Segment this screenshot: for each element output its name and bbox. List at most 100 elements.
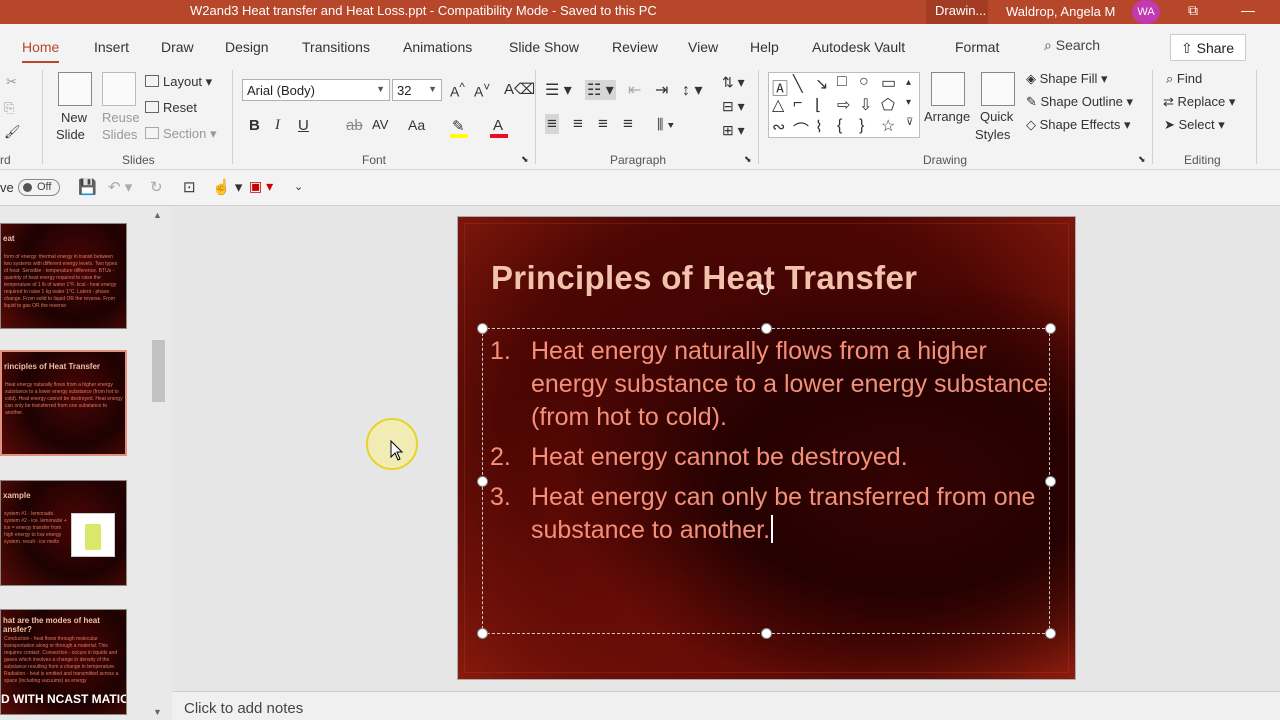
- drawing-tools-tab[interactable]: Drawin...: [926, 0, 988, 24]
- oval-shape-icon[interactable]: ○: [859, 73, 869, 91]
- tab-transitions[interactable]: Transitions: [302, 39, 370, 55]
- smartart-icon[interactable]: ⊞ ▾: [722, 122, 745, 139]
- align-right-icon[interactable]: ≡: [598, 114, 608, 134]
- shape-fill-button[interactable]: ◈ Shape Fill ▾: [1026, 71, 1108, 87]
- save-icon[interactable]: 💾: [78, 178, 97, 196]
- character-spacing-button[interactable]: AV: [372, 117, 388, 132]
- justify-icon[interactable]: ≡: [623, 114, 633, 134]
- elbow-connector-icon[interactable]: ⌊: [815, 95, 821, 115]
- resize-handle[interactable]: [1045, 628, 1056, 639]
- autosave-toggle[interactable]: Off: [18, 179, 60, 196]
- quick-styles-label[interactable]: Quick: [980, 109, 1013, 124]
- resize-handle[interactable]: [477, 323, 488, 334]
- arc-shape-icon[interactable]: ⌒: [793, 117, 809, 141]
- resize-handle[interactable]: [1045, 323, 1056, 334]
- slide-title[interactable]: Principles of Heat Transfer: [491, 259, 917, 297]
- cut-icon[interactable]: ✂: [6, 74, 17, 90]
- rotate-handle-icon[interactable]: ↻: [757, 282, 775, 300]
- dialog-launcher-icon[interactable]: ⬊: [744, 154, 752, 165]
- resize-handle[interactable]: [761, 628, 772, 639]
- tab-home[interactable]: Home: [22, 39, 60, 63]
- tab-view[interactable]: View: [688, 39, 718, 55]
- tab-design[interactable]: Design: [225, 39, 269, 55]
- touch-mode-icon[interactable]: ☝ ▾: [212, 178, 242, 196]
- bullets-icon[interactable]: ☰ ▾: [545, 80, 572, 100]
- bold-button[interactable]: B: [249, 117, 260, 134]
- star-shape-icon[interactable]: ☆: [881, 116, 895, 136]
- reuse-slides-label[interactable]: Reuse: [102, 110, 140, 125]
- resize-handle[interactable]: [477, 476, 488, 487]
- font-size-field[interactable]: 32 ▼: [392, 79, 442, 101]
- ribbon-display-icon[interactable]: ⧉: [1188, 2, 1198, 19]
- redo-icon[interactable]: ↻: [150, 178, 163, 196]
- down-arrow-shape-icon[interactable]: ⇩: [859, 95, 872, 115]
- triangle-shape-icon[interactable]: △: [772, 95, 784, 115]
- strikethrough-button[interactable]: ab: [346, 117, 363, 134]
- reset-button[interactable]: Reset: [145, 100, 197, 115]
- left-brace-shape-icon[interactable]: {: [837, 117, 842, 135]
- freeform-shape-icon[interactable]: ⬠: [881, 95, 895, 115]
- tab-slide-show[interactable]: Slide Show: [509, 39, 579, 55]
- right-arrow-shape-icon[interactable]: ⇨: [837, 95, 850, 115]
- underline-button[interactable]: U: [298, 117, 309, 134]
- connector-shape-icon[interactable]: ⌐: [793, 95, 802, 113]
- increase-indent-icon[interactable]: ⇥: [655, 80, 668, 100]
- slide-thumbnail-selected[interactable]: rinciples of Heat Transfer Heat energy n…: [0, 350, 127, 456]
- line-spacing-icon[interactable]: ↕ ▾: [682, 80, 702, 100]
- shape-outline-button[interactable]: ✎ Shape Outline ▾: [1026, 94, 1133, 110]
- new-slide-label[interactable]: New: [61, 110, 87, 125]
- right-brace-shape-icon[interactable]: }: [859, 117, 864, 135]
- textbox-selection-border[interactable]: [482, 328, 1050, 634]
- tab-autodesk-vault[interactable]: Autodesk Vault: [812, 39, 905, 55]
- tab-format[interactable]: Format: [955, 39, 999, 55]
- new-slide-label-2[interactable]: Slide: [56, 127, 85, 142]
- curve-shape-icon[interactable]: ∾: [772, 117, 785, 137]
- arrow-shape-icon[interactable]: ↘: [815, 74, 828, 94]
- quick-styles-icon[interactable]: [981, 72, 1015, 106]
- replace-button[interactable]: ⇄ Replace ▾: [1163, 94, 1235, 110]
- resize-handle[interactable]: [477, 628, 488, 639]
- align-text-icon[interactable]: ⊟ ▾: [722, 98, 745, 115]
- share-button[interactable]: ⇧ Share: [1170, 34, 1246, 61]
- shrink-font-icon[interactable]: A˅: [474, 81, 490, 100]
- reuse-slides-icon[interactable]: [102, 72, 136, 106]
- scrollbar-thumb[interactable]: [152, 340, 165, 402]
- arrange-label[interactable]: Arrange: [924, 109, 970, 124]
- change-case-button[interactable]: Aa: [408, 117, 425, 133]
- dialog-launcher-icon[interactable]: ⬊: [521, 154, 529, 165]
- scribble-shape-icon[interactable]: ⌇: [815, 117, 823, 137]
- shapes-gallery[interactable]: 🄰 ╲ ↘ □ ○ ▭ △ ⌐ ⌊ ⇨ ⇩ ⬠ ∾ ⌒ ⌇ { } ☆ ▴ ▾ …: [768, 72, 920, 141]
- dialog-launcher-icon[interactable]: ⬊: [1138, 154, 1146, 165]
- italic-button[interactable]: I: [275, 117, 280, 134]
- rounded-rectangle-shape-icon[interactable]: ▭: [881, 73, 896, 93]
- font-color-qat-icon[interactable]: ▣ ▾: [249, 178, 273, 195]
- layout-button[interactable]: Layout ▾: [145, 74, 212, 90]
- start-from-beginning-icon[interactable]: ⊡: [183, 178, 196, 196]
- tab-review[interactable]: Review: [612, 39, 658, 55]
- undo-icon[interactable]: ↶ ▾: [108, 178, 132, 196]
- columns-icon[interactable]: ⫼ ▾: [657, 116, 674, 133]
- resize-handle[interactable]: [761, 323, 772, 334]
- reuse-slides-label-2[interactable]: Slides: [102, 127, 137, 142]
- slide-thumbnail[interactable]: eat form of energy: thermal energy in tr…: [0, 223, 127, 329]
- highlight-icon[interactable]: ✎: [452, 117, 465, 135]
- more-shapes-icon[interactable]: ⊽: [906, 117, 913, 128]
- arrange-icon[interactable]: [931, 72, 965, 106]
- customize-qat-icon[interactable]: ⌄: [294, 180, 303, 193]
- slide-thumbnail[interactable]: xample system #1 - lemonade. system #2 -…: [0, 480, 127, 586]
- numbering-icon[interactable]: ☷ ▾: [585, 80, 616, 100]
- scroll-down-icon[interactable]: ▼: [153, 707, 162, 717]
- quick-styles-label-2[interactable]: Styles: [975, 127, 1010, 142]
- avatar[interactable]: WA: [1132, 0, 1160, 24]
- search-box[interactable]: ⌕ Search: [1044, 37, 1100, 54]
- tab-draw[interactable]: Draw: [161, 39, 194, 55]
- thumbnail-scrollbar[interactable]: ▲ ▼: [150, 207, 167, 720]
- text-direction-icon[interactable]: ⇅ ▾: [722, 74, 745, 91]
- resize-handle[interactable]: [1045, 476, 1056, 487]
- notes-pane[interactable]: Click to add notes: [172, 691, 1280, 720]
- rectangle-shape-icon[interactable]: □: [837, 73, 847, 91]
- user-name[interactable]: Waldrop, Angela M: [1006, 4, 1115, 19]
- chevron-down-icon[interactable]: ▾: [906, 97, 911, 108]
- new-slide-icon[interactable]: [58, 72, 92, 106]
- format-painter-icon[interactable]: 🖌: [4, 124, 21, 140]
